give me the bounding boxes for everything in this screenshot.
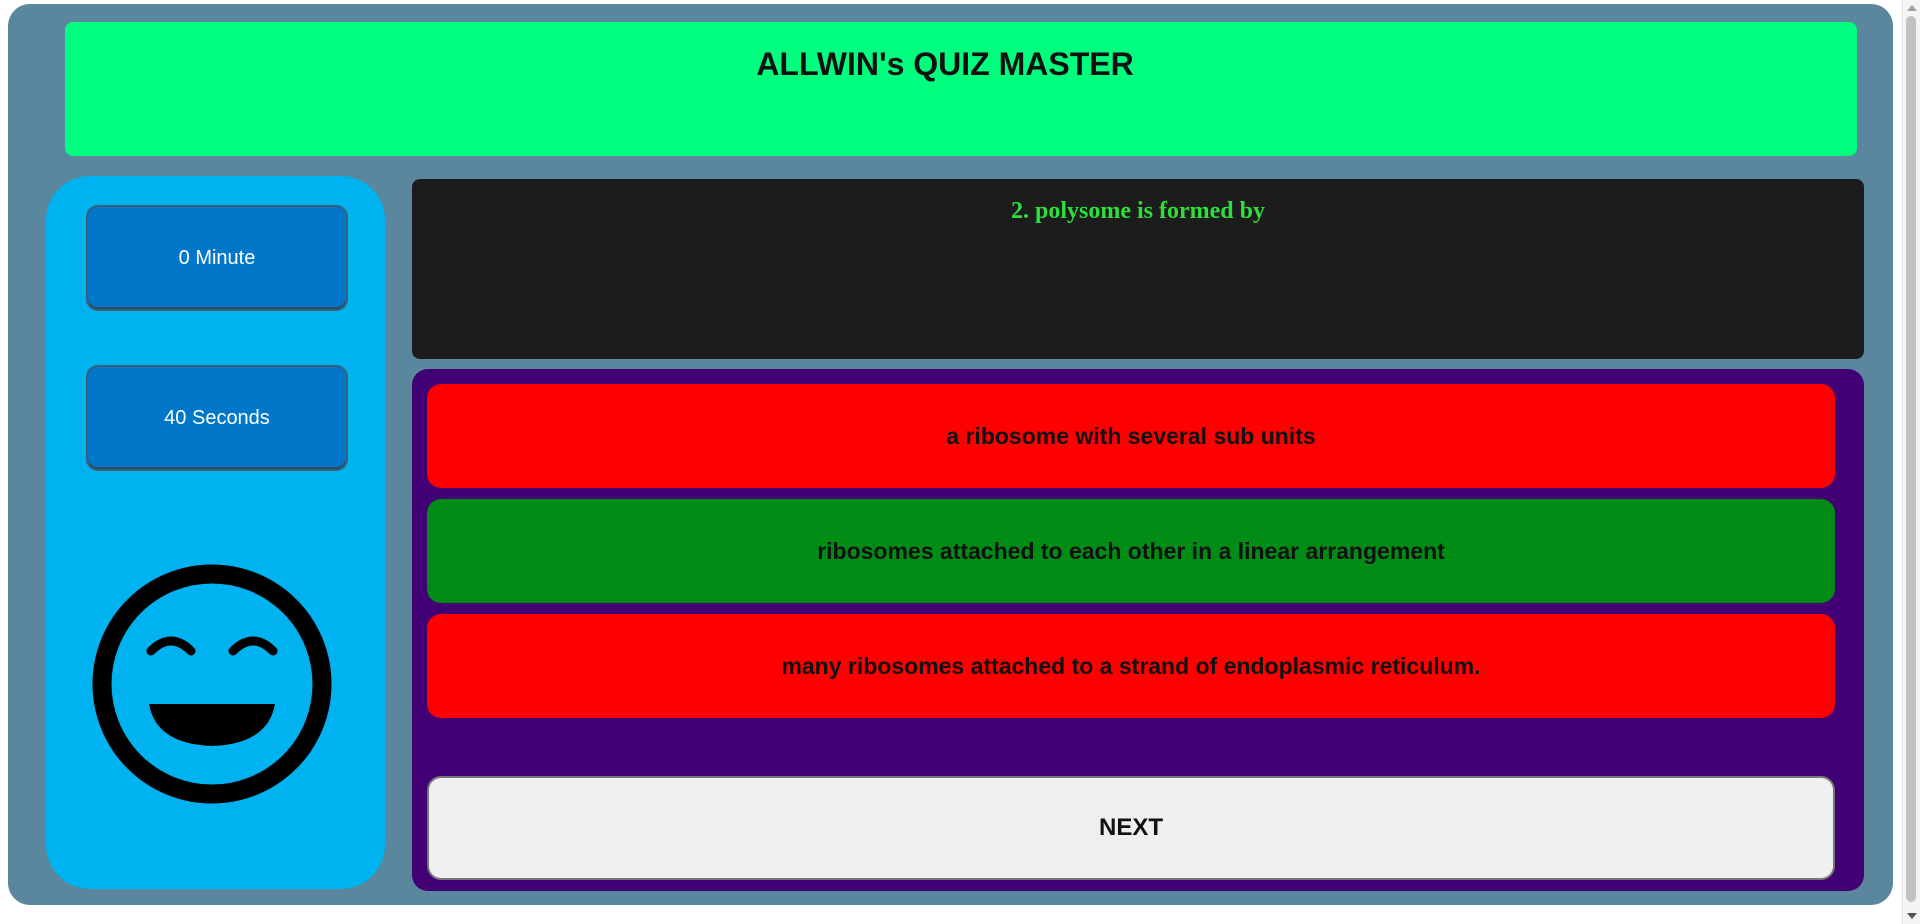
answers-panel: a ribosome with several sub units riboso… [412, 369, 1864, 891]
question-text: 2. polysome is formed by [1011, 198, 1265, 224]
scroll-up-arrow-icon[interactable] [1907, 5, 1917, 11]
next-button[interactable]: NEXT [427, 776, 1835, 880]
grinning-face-icon-svg [92, 564, 332, 804]
vertical-scrollbar[interactable] [1902, 0, 1920, 924]
app-title: ALLWIN's QUIZ MASTER [756, 46, 1134, 82]
browser-viewport: ALLWIN's QUIZ MASTER 0 Minute 40 Seconds… [0, 0, 1920, 924]
question-panel: 2. polysome is formed by [412, 179, 1864, 359]
timer-sidebar: 0 Minute 40 Seconds [46, 176, 385, 889]
app-frame: ALLWIN's QUIZ MASTER 0 Minute 40 Seconds… [8, 4, 1893, 905]
answer-option-1[interactable]: a ribosome with several sub units [427, 384, 1835, 488]
minutes-display: 0 Minute [86, 205, 348, 311]
scrollbar-thumb[interactable] [1906, 16, 1916, 902]
answer-option-2[interactable]: ribosomes attached to each other in a li… [427, 499, 1835, 603]
grinning-face-icon [92, 564, 332, 804]
answer-option-3[interactable]: many ribosomes attached to a strand of e… [427, 614, 1835, 718]
scroll-down-arrow-icon[interactable] [1907, 913, 1917, 919]
header-banner: ALLWIN's QUIZ MASTER [65, 22, 1857, 156]
seconds-display: 40 Seconds [86, 365, 348, 471]
